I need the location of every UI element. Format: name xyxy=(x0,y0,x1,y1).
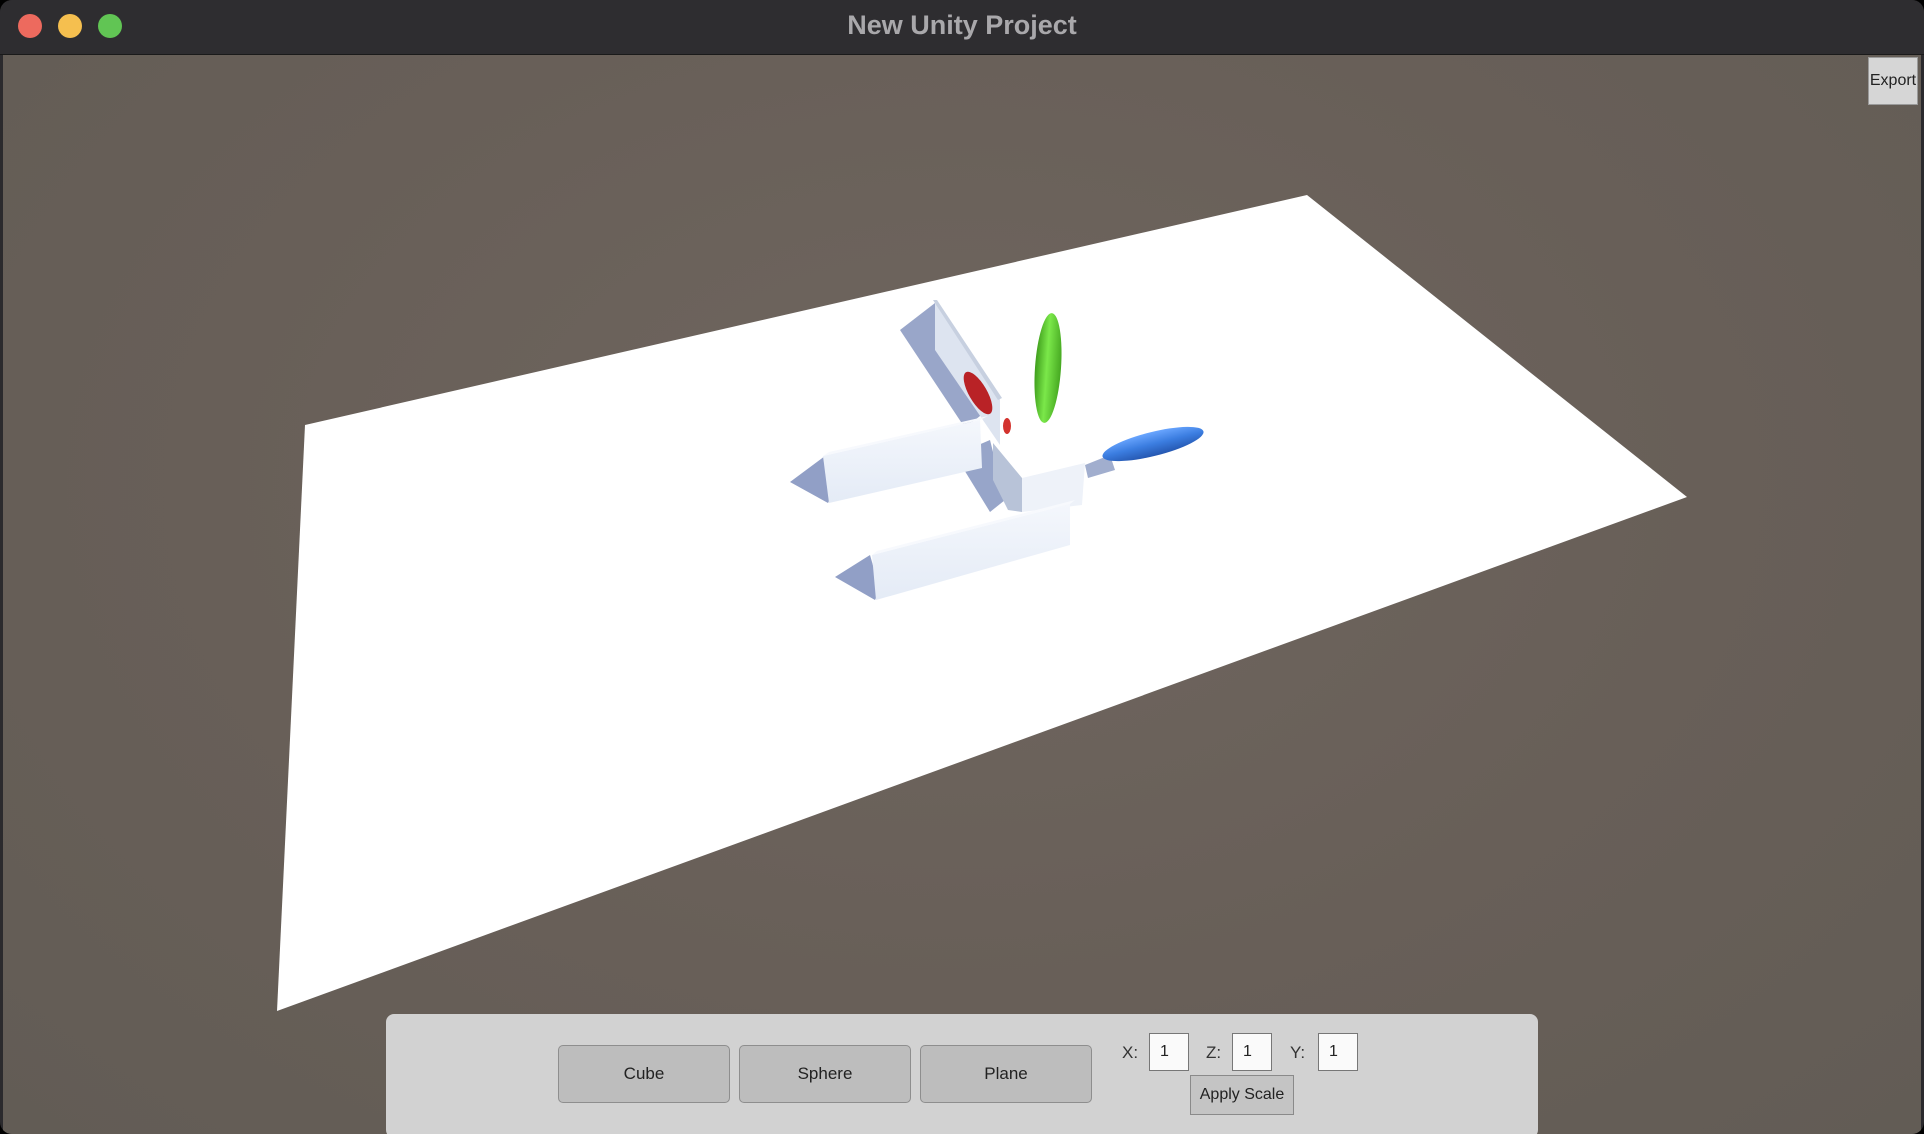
scale-y-label: Y: xyxy=(1290,1043,1306,1062)
export-button[interactable]: Export xyxy=(1868,57,1918,105)
object-toolbar: Cube Sphere Plane X: 1 Z: 1 Y: 1 Apply S… xyxy=(386,1014,1538,1134)
app-window: New Unity Project Export Cube Sphere Pla… xyxy=(0,0,1924,1134)
add-cube-button[interactable]: Cube xyxy=(558,1045,730,1103)
apply-scale-button[interactable]: Apply Scale xyxy=(1190,1075,1294,1115)
red-capsule-tip xyxy=(1003,418,1011,434)
scale-z-label: Z: xyxy=(1206,1043,1222,1062)
scale-y-input[interactable]: 1 xyxy=(1318,1033,1358,1071)
scale-x-label: X: xyxy=(1122,1043,1139,1062)
scene-viewport[interactable]: Export xyxy=(3,55,1921,1134)
title-bar: New Unity Project xyxy=(0,0,1924,55)
scale-x-input[interactable]: 1 xyxy=(1149,1033,1189,1071)
scale-z-input[interactable]: 1 xyxy=(1232,1033,1272,1071)
scene-render xyxy=(277,195,1687,1011)
add-plane-button[interactable]: Plane xyxy=(920,1045,1092,1103)
window-title: New Unity Project xyxy=(847,10,1077,40)
ground-plane[interactable] xyxy=(277,195,1687,1011)
add-sphere-button[interactable]: Sphere xyxy=(739,1045,911,1103)
